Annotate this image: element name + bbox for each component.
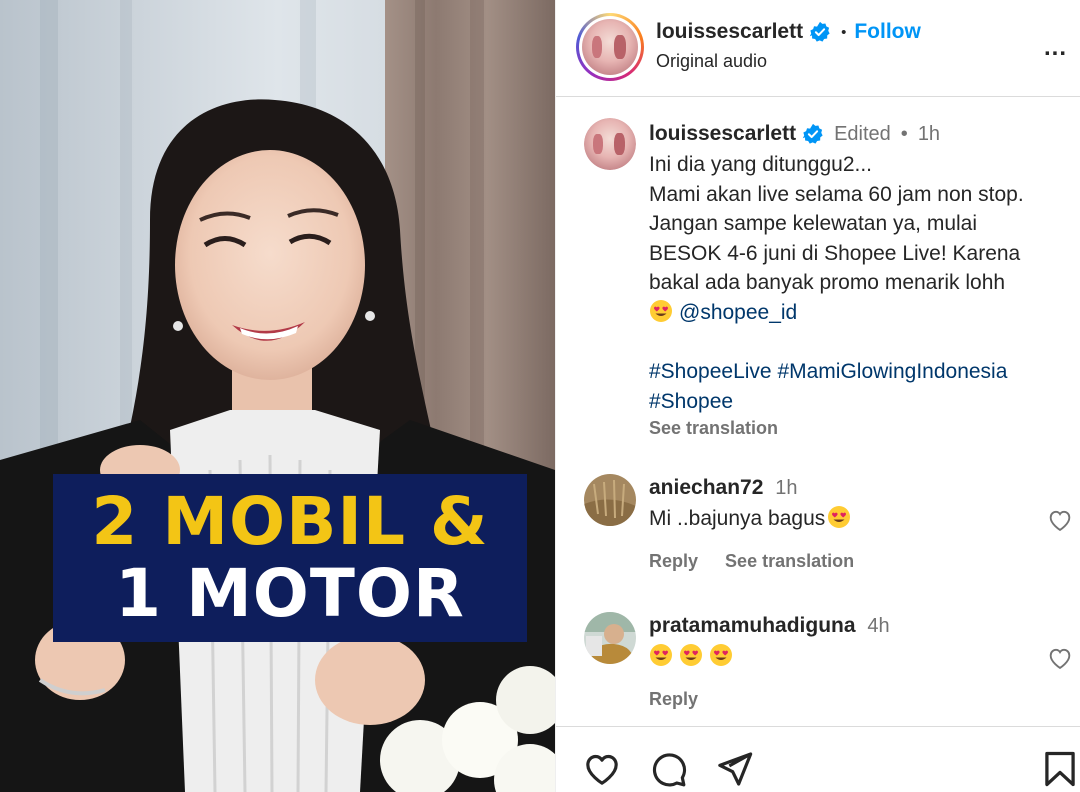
verified-badge-icon <box>802 123 823 144</box>
video-frame-illustration <box>0 0 555 792</box>
caption-line: Ini dia yang ditunggu2... <box>649 153 873 176</box>
banner-line-1: 2 MOBIL & <box>91 483 489 560</box>
reply-button[interactable]: Reply <box>649 551 698 571</box>
reply-button[interactable]: Reply <box>649 689 698 709</box>
heart-eyes-emoji-icon <box>828 506 851 528</box>
comment-time: 4h <box>867 615 890 637</box>
heart-icon[interactable] <box>582 749 622 789</box>
separator-dot: • <box>841 23 847 41</box>
author-username[interactable]: louissescarlett <box>656 20 803 44</box>
comment-time: 1h <box>775 477 798 499</box>
comment-item: aniechan72 1h Mi ..bajunya bagus Reply S… <box>584 474 1074 574</box>
see-translation-button[interactable]: See translation <box>725 551 854 571</box>
comment-text <box>649 642 1029 672</box>
hashtag-line[interactable]: #Shopee <box>649 387 1069 417</box>
caption-username[interactable]: louissescarlett <box>649 120 796 148</box>
caption-line: Jangan sampe kelewatan ya, mulai <box>649 212 978 236</box>
banner-line-2: 1 MOTOR <box>115 555 465 632</box>
heart-eyes-emoji-icon <box>650 644 672 666</box>
verified-badge-icon <box>809 21 830 42</box>
comment-avatar[interactable] <box>584 474 636 526</box>
heart-eyes-emoji-icon <box>650 299 672 322</box>
bookmark-icon[interactable] <box>1042 749 1078 789</box>
caption-text: Ini dia yang ditunggu2... Mami akan live… <box>649 150 1069 328</box>
mention-link[interactable]: @shopee_id <box>679 301 797 324</box>
post-details-panel: louissescarlett • Follow Original audio … <box>555 0 1080 792</box>
caption: louissescarlett Edited • 1h Ini dia yang… <box>649 120 1069 440</box>
comment-text: Mi ..bajunya bagus <box>649 507 826 530</box>
audio-label[interactable]: Original audio <box>656 51 767 72</box>
comment-username[interactable]: aniechan72 <box>649 476 763 499</box>
caption-avatar[interactable] <box>584 118 636 170</box>
caption-line: Mami akan live selama 60 jam non stop. <box>649 182 1024 206</box>
separator-dot: • <box>900 123 908 145</box>
promo-banner: 2 MOBIL & 1 MOTOR <box>53 474 527 642</box>
heart-eyes-emoji-icon <box>680 644 702 666</box>
comment-avatar[interactable] <box>584 612 636 664</box>
post-header: louissescarlett • Follow Original audio … <box>556 0 1080 97</box>
more-options-icon[interactable]: ... <box>1044 34 1067 62</box>
caption-line: BESOK 4-6 juni di Shopee Live! Karena <box>649 241 1021 265</box>
post-time[interactable]: 1h <box>918 120 940 148</box>
hashtag-line[interactable]: #ShopeeLive #MamiGlowingIndonesia <box>649 357 1069 387</box>
comment-username[interactable]: pratamamuhadiguna <box>649 614 856 637</box>
heart-eyes-emoji-icon <box>710 644 732 666</box>
like-comment-heart-icon[interactable] <box>1046 506 1074 534</box>
comment-icon[interactable] <box>648 749 688 789</box>
paper-plane-icon[interactable] <box>714 749 754 789</box>
caption-line: bakal ada banyak promo menarik lohh <box>649 271 1006 295</box>
like-comment-heart-icon[interactable] <box>1046 644 1074 672</box>
edited-label: Edited <box>834 123 891 145</box>
reel-video[interactable]: 2 MOBIL & 1 MOTOR <box>0 0 555 792</box>
comment-item: pratamamuhadiguna 4h Reply <box>584 612 1074 712</box>
follow-button[interactable]: Follow <box>854 20 921 44</box>
hashtags: #ShopeeLive #MamiGlowingIndonesia #Shope… <box>649 357 1069 416</box>
story-ring[interactable] <box>576 13 644 81</box>
see-translation-button[interactable]: See translation <box>649 416 1069 440</box>
avatar <box>582 19 638 75</box>
post-action-bar <box>556 726 1080 792</box>
